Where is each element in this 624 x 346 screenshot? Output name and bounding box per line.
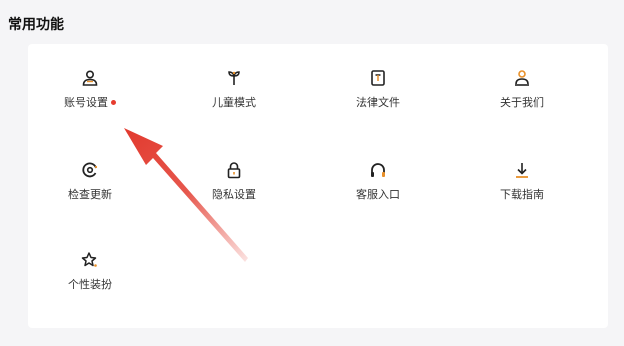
sprout-icon — [224, 68, 244, 88]
about-us-label: 关于我们 — [500, 96, 544, 109]
about-us-item[interactable]: 关于我们 — [462, 68, 582, 120]
kids-mode-item[interactable]: 儿童模式 — [174, 68, 294, 120]
features-card: 账号设置 儿童模式 法律文件 关于我们 检查更新 隐私设置 客服入口 下载指南 … — [28, 44, 608, 328]
document-icon — [368, 68, 388, 88]
personalization-label: 个性装扮 — [68, 278, 112, 291]
section-title: 常用功能 — [8, 17, 64, 33]
headset-icon — [368, 160, 388, 180]
sparkle-icon — [80, 250, 100, 270]
legal-documents-label: 法律文件 — [356, 96, 400, 109]
privacy-settings-item[interactable]: 隐私设置 — [174, 160, 294, 212]
legal-documents-item[interactable]: 法律文件 — [318, 68, 438, 120]
account-settings-item[interactable]: 账号设置 — [30, 68, 150, 120]
check-update-label: 检查更新 — [68, 188, 112, 201]
people-icon — [512, 68, 532, 88]
privacy-settings-label: 隐私设置 — [212, 188, 256, 201]
customer-service-label: 客服入口 — [356, 188, 400, 201]
person-icon — [80, 68, 100, 88]
download-icon — [512, 160, 532, 180]
download-guide-label: 下载指南 — [500, 188, 544, 201]
personalization-item[interactable]: 个性装扮 — [30, 250, 150, 302]
account-settings-label: 账号设置 — [64, 94, 116, 110]
download-guide-item[interactable]: 下载指南 — [462, 160, 582, 212]
lock-icon — [224, 160, 244, 180]
check-update-item[interactable]: 检查更新 — [30, 160, 150, 212]
customer-service-item[interactable]: 客服入口 — [318, 160, 438, 212]
notification-dot — [111, 99, 116, 105]
kids-mode-label: 儿童模式 — [212, 96, 256, 109]
refresh-icon — [80, 160, 100, 180]
